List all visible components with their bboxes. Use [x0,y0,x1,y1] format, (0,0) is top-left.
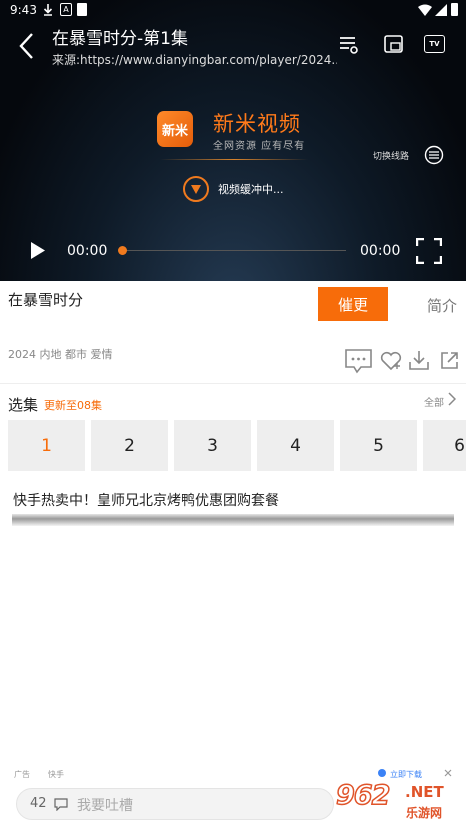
comment-input[interactable]: 42 我要吐槽 [16,788,334,820]
switch-line-label[interactable]: 切换线路 [373,149,409,162]
episode-2-button[interactable]: 2 [91,420,168,471]
watermark-number: 962 [335,779,391,812]
wifi-icon [418,4,432,16]
episode-6-button[interactable]: 6 [423,420,466,471]
ad-headline[interactable]: 快手热卖中！皇师兄北京烤鸭优惠团购套餐 [13,490,279,510]
show-meta: 2024 内地 都市 爱情 [8,348,113,361]
playlist-settings-icon[interactable] [339,36,359,54]
progress-handle[interactable] [118,246,127,255]
episode-1-button[interactable]: 1 [8,420,85,471]
progress-track[interactable] [122,250,346,251]
fullscreen-icon[interactable] [416,238,442,264]
notification-square-icon [77,3,87,16]
share-icon[interactable] [440,350,460,370]
download-icon [43,4,53,16]
back-arrow-icon[interactable] [18,32,34,60]
episode-4-button[interactable]: 4 [257,420,334,471]
ad-label: 广告 [14,770,30,779]
current-time: 00:00 [67,243,108,259]
battery-icon [451,3,458,16]
episodes-all-link[interactable]: 全部 [424,394,444,409]
total-time: 00:00 [360,243,401,259]
intro-tab[interactable]: 简介 [427,295,457,316]
ad-image[interactable] [12,514,454,526]
urge-update-button[interactable]: 催更 [318,287,388,321]
status-bar: 9:43 A [0,0,466,22]
watermark-net: .NET [405,783,444,801]
tv-cast-button[interactable]: TV [424,35,445,53]
episodes-title: 选集 [8,396,39,414]
signal-icon [435,4,447,16]
download-video-icon[interactable] [408,350,430,371]
app-notification-icon: A [60,3,72,16]
brand-divider [160,159,308,160]
comment-placeholder: 我要吐槽 [77,798,133,814]
ad-brand: 快手 [48,770,64,779]
comment-icon[interactable] [344,348,373,374]
favorite-heart-icon[interactable] [380,351,402,371]
buffering-spinner-icon [183,176,209,202]
comment-bubble-icon [54,798,68,811]
download-badge-icon [378,769,386,777]
cast-screen-icon[interactable] [384,35,404,54]
comment-count: 42 [30,796,47,811]
play-icon[interactable] [30,242,46,259]
source-url: 来源:https://www.dianyingbar.com/player/20… [52,53,337,67]
app-logo: 新米 [157,111,193,147]
episode-5-button[interactable]: 5 [340,420,417,471]
buffering-text: 视频缓冲中... [218,183,284,196]
watermark-site: 乐游网 [406,806,443,820]
close-icon[interactable] [444,769,452,777]
status-time: 9:43 [10,3,37,17]
ad-download-link[interactable]: 立即下载 [390,769,422,780]
switch-line-icon[interactable] [424,145,444,165]
episodes-update-status: 更新至08集 [44,399,102,412]
show-title: 在暴雪时分 [8,291,84,309]
chevron-right-icon[interactable] [447,392,456,406]
player-header: 在暴雪时分-第1集 来源:https://www.dianyingbar.com… [0,22,466,72]
video-player[interactable]: 9:43 A 在暴雪时分-第1集 来源:https://www.dianying… [0,0,466,281]
brand-name: 新米视频 [213,112,301,136]
episode-title: 在暴雪时分-第1集 [52,29,188,49]
section-divider [0,383,466,384]
episode-3-button[interactable]: 3 [174,420,251,471]
brand-slogan: 全网资源 应有尽有 [213,141,306,152]
